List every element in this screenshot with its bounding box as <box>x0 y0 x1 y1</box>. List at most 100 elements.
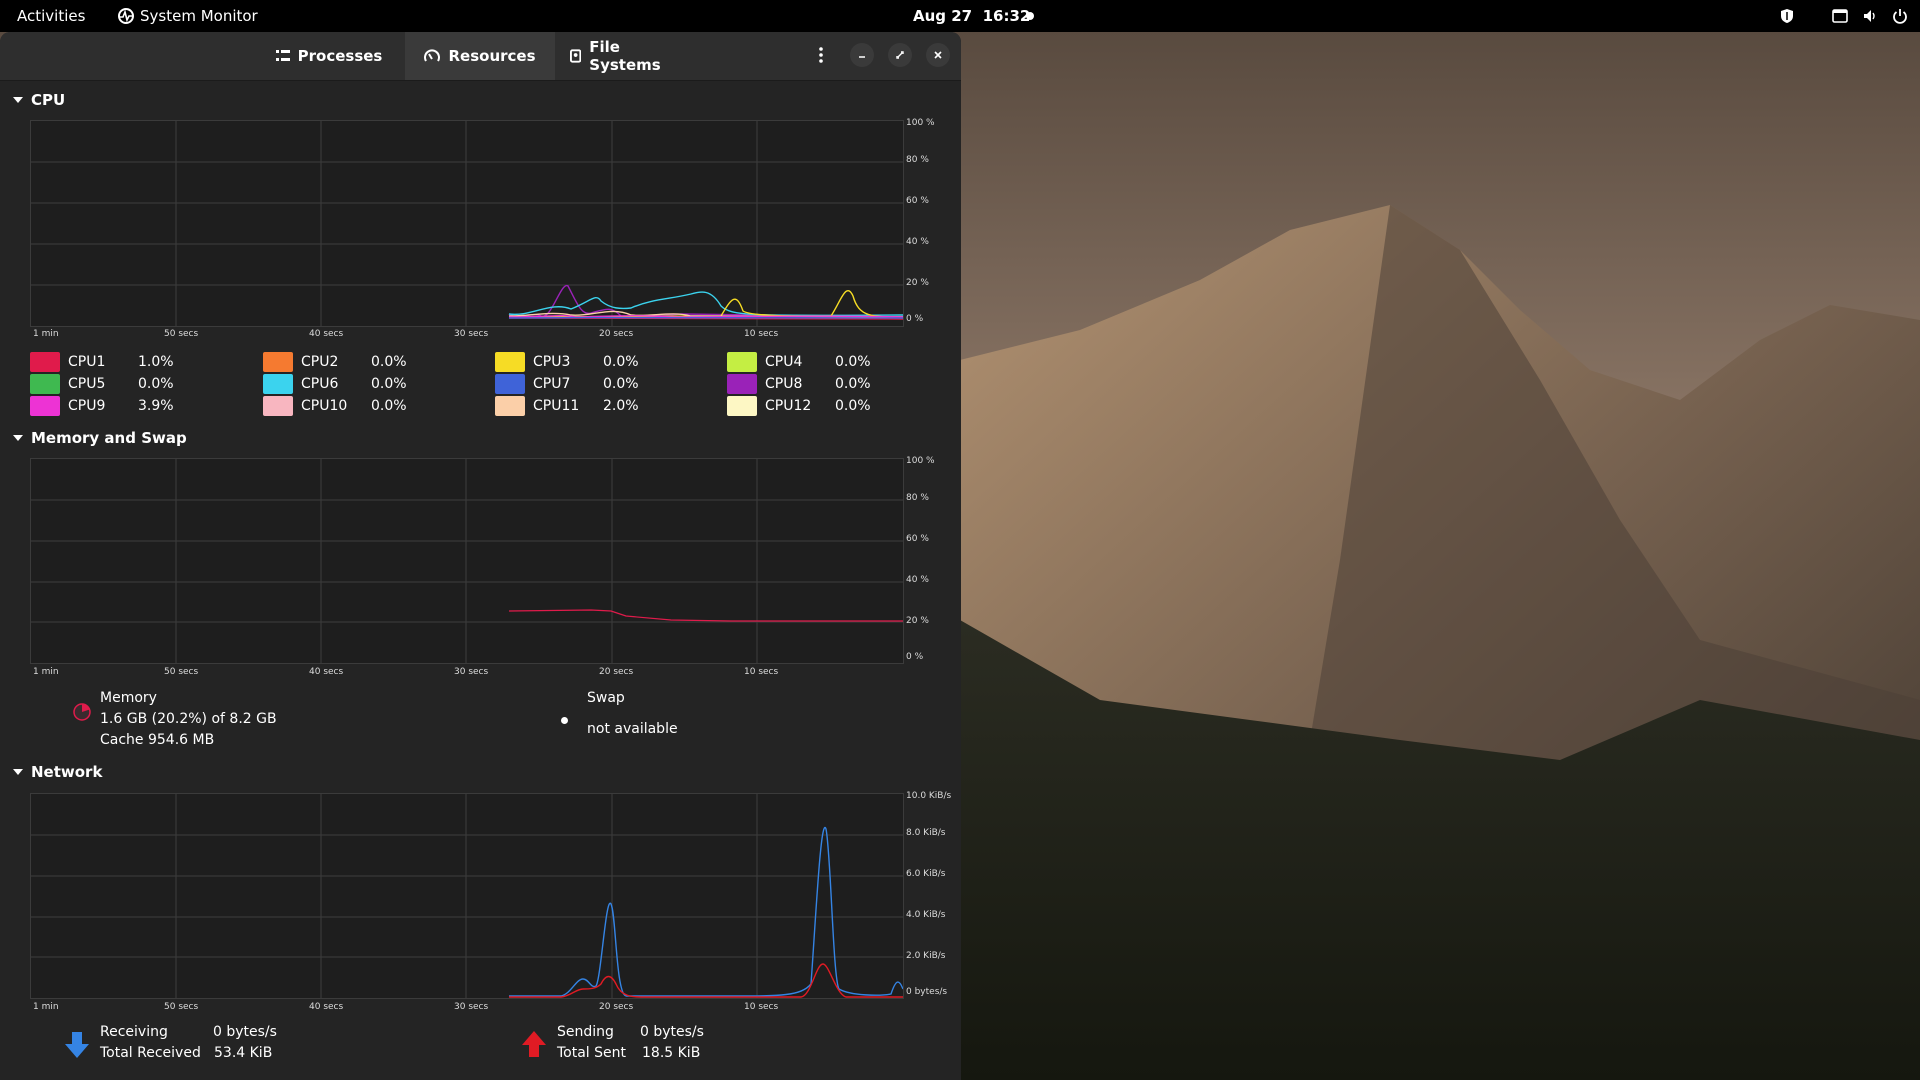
cpu-color-swatch[interactable] <box>727 396 757 416</box>
cpu-legend-item[interactable]: CPU9 3.9% <box>30 396 174 416</box>
cpu-legend-item[interactable]: CPU10 0.0% <box>263 396 407 416</box>
network-x-tick: 50 secs <box>164 1002 199 1012</box>
tab-label: Resources <box>448 47 536 65</box>
cpu-name: CPU1 <box>68 354 106 370</box>
cpu-legend-item[interactable]: CPU1 1.0% <box>30 352 174 372</box>
minimize-button[interactable] <box>850 43 874 67</box>
cpu-value: 0.0% <box>371 376 407 392</box>
cpu-color-swatch[interactable] <box>495 374 525 394</box>
cpu-legend-item[interactable]: CPU6 0.0% <box>263 374 407 394</box>
cpu-name: CPU12 <box>765 398 812 414</box>
minimize-icon <box>859 56 865 58</box>
network-graph <box>30 793 904 999</box>
network-x-tick: 40 secs <box>309 1002 344 1012</box>
power-icon[interactable] <box>1892 8 1908 24</box>
system-monitor-icon <box>118 8 134 24</box>
volume-icon[interactable] <box>1862 8 1878 24</box>
maximize-button[interactable] <box>888 43 912 67</box>
receiving-value: 0 bytes/s <box>213 1024 277 1040</box>
cpu-legend-item[interactable]: CPU8 0.0% <box>727 374 871 394</box>
menu-button[interactable] <box>809 43 833 67</box>
cpu-y-tick: 80 % <box>906 155 929 165</box>
network-section-header[interactable]: Network <box>13 763 102 781</box>
cpu-value: 1.0% <box>138 354 174 370</box>
cpu-value: 0.0% <box>138 376 174 392</box>
memory-x-tick: 1 min <box>33 667 59 677</box>
cpu-name: CPU6 <box>301 376 339 392</box>
cpu-section-header[interactable]: CPU <box>13 91 65 109</box>
cpu-legend-item[interactable]: CPU3 0.0% <box>495 352 639 372</box>
memory-y-tick: 60 % <box>906 534 929 544</box>
cpu-value: 0.0% <box>371 354 407 370</box>
cpu-x-tick: 40 secs <box>309 329 344 339</box>
cpu-legend-item[interactable]: CPU4 0.0% <box>727 352 871 372</box>
cpu-legend-item[interactable]: CPU7 0.0% <box>495 374 639 394</box>
cpu-legend-item[interactable]: CPU5 0.0% <box>30 374 174 394</box>
network-y-tick: 4.0 KiB/s <box>906 910 946 920</box>
cpu-y-tick: 100 % <box>906 118 935 128</box>
memory-x-tick: 20 secs <box>599 667 634 677</box>
cpu-x-tick: 1 min <box>33 329 59 339</box>
list-icon <box>275 50 290 61</box>
cpu-color-swatch[interactable] <box>30 352 60 372</box>
cpu-color-swatch[interactable] <box>495 396 525 416</box>
tab-label: File Systems <box>589 38 661 74</box>
network-x-tick: 30 secs <box>454 1002 489 1012</box>
cpu-color-swatch[interactable] <box>30 396 60 416</box>
clock[interactable]: Aug 27 16:32 <box>913 0 1030 32</box>
cpu-color-swatch[interactable] <box>30 374 60 394</box>
cpu-color-swatch[interactable] <box>727 352 757 372</box>
cpu-y-tick: 0 % <box>906 314 924 324</box>
tab-resources[interactable]: Resources <box>405 32 555 80</box>
receiving-label: Receiving <box>100 1024 168 1040</box>
cpu-value: 3.9% <box>138 398 174 414</box>
memory-y-tick: 100 % <box>906 456 935 466</box>
cpu-color-swatch[interactable] <box>263 352 293 372</box>
shield-icon[interactable] <box>1780 8 1794 24</box>
cpu-color-swatch[interactable] <box>495 352 525 372</box>
screen-icon[interactable] <box>1832 9 1848 23</box>
download-arrow-icon[interactable] <box>64 1031 90 1059</box>
cpu-legend-item[interactable]: CPU12 0.0% <box>727 396 871 416</box>
cpu-x-tick: 10 secs <box>744 329 779 339</box>
cpu-value: 0.0% <box>835 376 871 392</box>
network-y-tick: 2.0 KiB/s <box>906 951 946 961</box>
cpu-color-swatch[interactable] <box>263 396 293 416</box>
close-button[interactable] <box>926 43 950 67</box>
cpu-color-swatch[interactable] <box>263 374 293 394</box>
gauge-icon <box>424 49 441 62</box>
cpu-color-swatch[interactable] <box>727 374 757 394</box>
tab-processes[interactable]: Processes <box>270 32 388 80</box>
memory-pie-icon[interactable] <box>72 702 92 722</box>
activities-button[interactable]: Activities <box>17 0 85 32</box>
network-y-tick: 8.0 KiB/s <box>906 828 946 838</box>
memory-x-tick: 30 secs <box>454 667 489 677</box>
sending-value: 0 bytes/s <box>640 1024 704 1040</box>
network-title: Network <box>31 763 103 781</box>
clock-date: Aug 27 <box>913 7 973 25</box>
cpu-name: CPU8 <box>765 376 803 392</box>
memory-title: Memory and Swap <box>31 429 187 447</box>
cpu-graph <box>30 120 904 327</box>
upload-arrow-icon[interactable] <box>521 1030 547 1058</box>
cpu-name: CPU3 <box>533 354 571 370</box>
cpu-name: CPU10 <box>301 398 348 414</box>
memory-cache: Cache 954.6 MB <box>100 732 215 748</box>
network-x-tick: 1 min <box>33 1002 59 1012</box>
network-y-tick: 6.0 KiB/s <box>906 869 946 879</box>
cpu-name: CPU5 <box>68 376 106 392</box>
cpu-title: CPU <box>31 91 66 109</box>
tab-file-systems[interactable]: File Systems <box>570 32 690 80</box>
system-tray[interactable] <box>1780 0 1908 32</box>
cpu-legend-item[interactable]: CPU2 0.0% <box>263 352 407 372</box>
cpu-value: 0.0% <box>835 354 871 370</box>
network-y-tick: 10.0 KiB/s <box>906 791 952 801</box>
total-sent-label: Total Sent <box>557 1045 627 1061</box>
cpu-legend-item[interactable]: CPU11 2.0% <box>495 396 639 416</box>
memory-section-header[interactable]: Memory and Swap <box>13 429 187 447</box>
chevron-down-icon <box>13 435 23 441</box>
app-menu[interactable]: System Monitor <box>118 0 258 32</box>
memory-x-tick: 40 secs <box>309 667 344 677</box>
memory-x-tick: 10 secs <box>744 667 779 677</box>
memory-graph <box>30 458 904 664</box>
